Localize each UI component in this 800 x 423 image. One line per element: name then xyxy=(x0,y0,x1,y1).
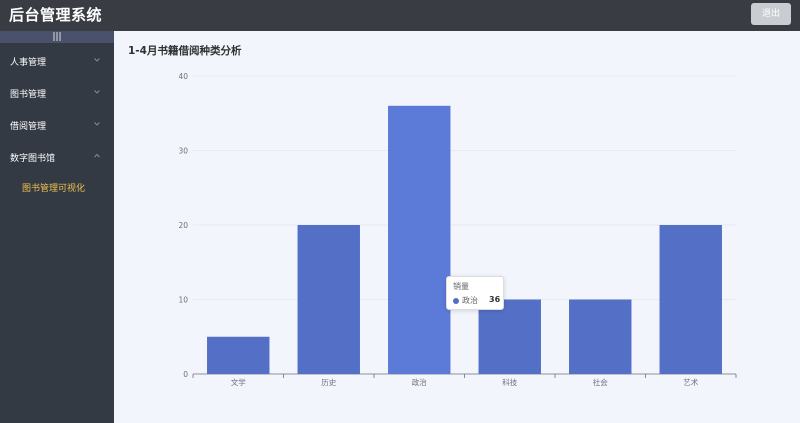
bar xyxy=(569,299,632,374)
bar xyxy=(659,225,722,374)
tooltip-series-marker xyxy=(453,298,459,304)
bar xyxy=(297,225,360,374)
bar xyxy=(207,336,270,374)
x-tick-label: 科技 xyxy=(502,377,517,387)
bar xyxy=(478,299,541,374)
y-tick-label: 40 xyxy=(178,72,188,81)
tooltip-category: 政治 xyxy=(462,296,478,305)
tooltip-series-name: 销量 xyxy=(453,282,469,291)
y-tick-label: 20 xyxy=(178,221,188,230)
x-tick-label: 艺术 xyxy=(683,377,698,387)
x-tick-label: 文学 xyxy=(231,377,246,387)
y-tick-label: 30 xyxy=(178,147,188,156)
y-tick-label: 0 xyxy=(183,370,188,379)
x-tick-label: 历史 xyxy=(321,377,336,387)
y-tick-label: 10 xyxy=(178,296,188,305)
x-tick-label: 社会 xyxy=(593,377,608,387)
bar xyxy=(388,105,451,375)
x-tick-label: 政治 xyxy=(412,377,427,387)
chart-tooltip: 销量 政治 36 xyxy=(446,276,504,310)
tooltip-value: 36 xyxy=(489,295,501,304)
bar-chart: 010203040文学 历史 政治 科技 社会 艺术 xyxy=(178,72,737,387)
